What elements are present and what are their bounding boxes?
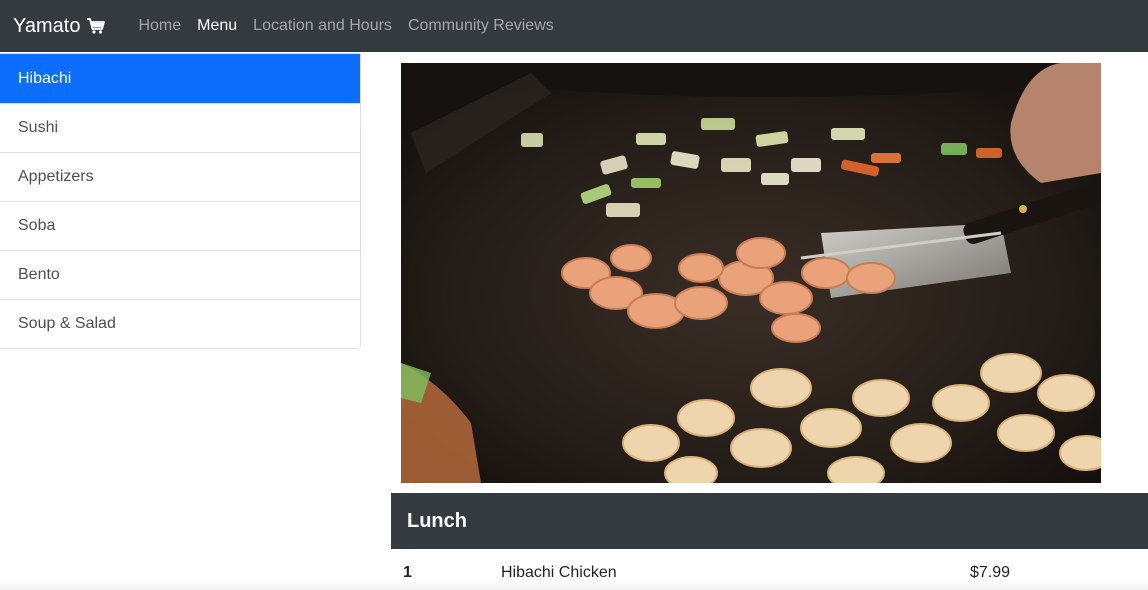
category-item-hibachi[interactable]: Hibachi <box>0 54 360 103</box>
category-item-soba[interactable]: Soba <box>0 201 360 250</box>
menu-item-price: $7.99 <box>970 564 1011 581</box>
category-item-soup-and-salad[interactable]: Soup & Salad <box>0 299 360 348</box>
menu-row[interactable]: 1 Hibachi Chicken $7.99 <box>391 549 1148 590</box>
category-item-bento[interactable]: Bento <box>0 250 360 299</box>
top-navbar: Yamato Home Menu Location and Hours Comm… <box>0 0 1148 52</box>
nav-link-home[interactable]: Home <box>130 17 189 35</box>
menu-item-name: Hibachi Chicken <box>501 564 617 581</box>
category-item-sushi[interactable]: Sushi <box>0 103 360 152</box>
nav-link-menu[interactable]: Menu <box>189 17 245 35</box>
nav-link-community-reviews[interactable]: Community Reviews <box>400 17 562 35</box>
brand[interactable]: Yamato <box>13 15 106 38</box>
category-item-appetizers[interactable]: Appetizers <box>0 152 360 201</box>
cart-icon <box>86 17 106 35</box>
menu-item-number: 1 <box>403 564 412 581</box>
hibachi-photo <box>401 63 1101 483</box>
section-header-lunch: Lunch <box>391 493 1148 549</box>
menu-category-list: Hibachi Sushi Appetizers Soba Bento Soup… <box>0 53 361 349</box>
brand-name: Yamato <box>13 14 81 37</box>
nav-link-location-and-hours[interactable]: Location and Hours <box>245 17 400 35</box>
